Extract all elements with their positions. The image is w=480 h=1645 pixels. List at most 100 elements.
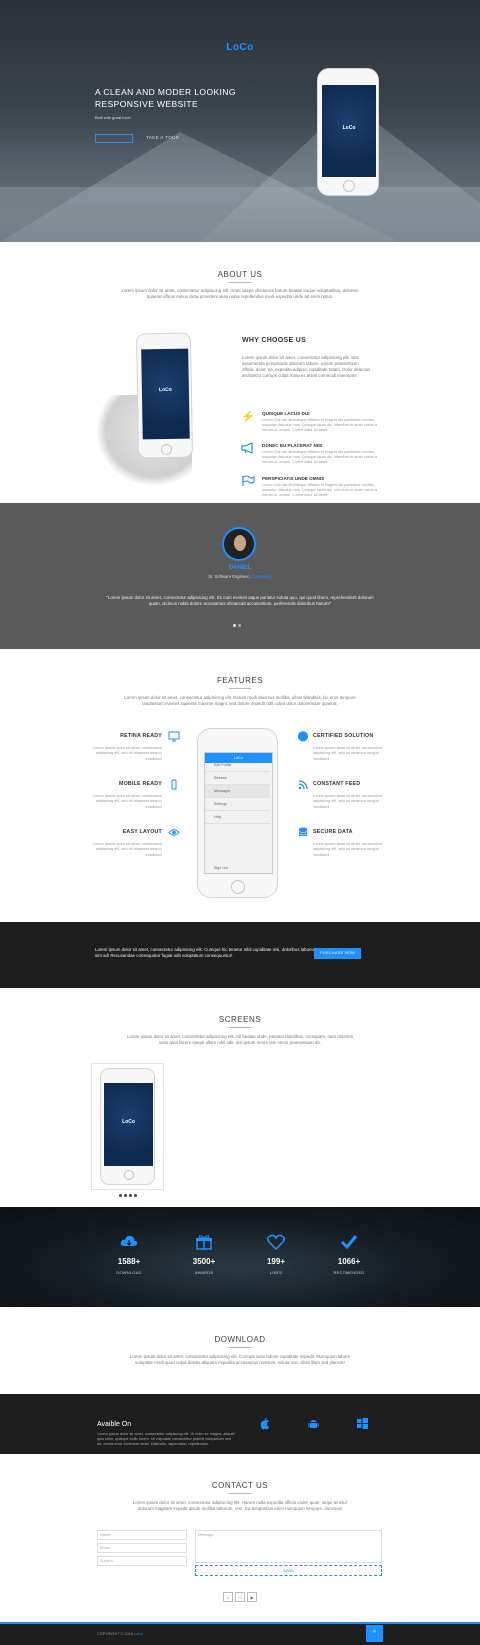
lightning-icon: ⚡ xyxy=(241,411,255,423)
rss-icon xyxy=(296,779,310,791)
testimonial-quote: "Lorem ipsum dolor sit amet, consectetur… xyxy=(106,595,374,606)
copyright: COPYRIGHT © 2016 LoCo xyxy=(97,1632,143,1636)
role-text: Sr. Software Engineer, xyxy=(208,574,250,579)
stat-label: RECOMENDED xyxy=(333,1270,365,1275)
home-button xyxy=(124,1170,134,1180)
carousel-dot[interactable] xyxy=(124,1194,127,1197)
youtube-icon[interactable]: ▶ xyxy=(247,1592,257,1602)
available-section xyxy=(0,1394,480,1454)
message-field[interactable]: Message xyxy=(195,1530,382,1563)
stat-value: 1066+ xyxy=(337,1257,361,1266)
subject-field[interactable]: Subject xyxy=(97,1556,187,1566)
site-logo[interactable]: LoCo xyxy=(0,42,480,53)
why-item-title: PERSPICIATIS UNDE OMNIS xyxy=(262,476,325,481)
why-item-text: Lorem Coit nisl sit tristique efficitur … xyxy=(262,450,378,464)
feature-text: Lorem ipsum dolor sit amet, consectetur … xyxy=(313,841,383,857)
about-text: Lorem ipsum dolor sit amet, consectetur … xyxy=(121,288,359,299)
download-text: Lorem ipsum dolor sit amet, consectetur … xyxy=(129,1354,351,1365)
why-text: Lorem ipsum dolor sit amet, consectetur … xyxy=(242,355,371,378)
app-menu-item[interactable]: Settings xyxy=(205,798,270,811)
app-menu-item[interactable]: Refresh xyxy=(205,772,270,785)
footer xyxy=(0,1622,480,1645)
stat-label: LIKES xyxy=(269,1270,283,1275)
app-menu-item[interactable]: Messages xyxy=(205,785,270,798)
facebook-icon[interactable]: f xyxy=(223,1592,233,1602)
carousel-dot[interactable] xyxy=(134,1194,137,1197)
database-icon xyxy=(296,827,310,839)
send-button[interactable]: SEND xyxy=(195,1565,382,1576)
divider xyxy=(229,1493,251,1494)
feature-text: Lorem ipsum dolor sit amet, consectetur … xyxy=(313,745,383,761)
feature-text: Lorem ipsum dolor sit amet, consectetur … xyxy=(313,793,383,809)
divider xyxy=(229,282,251,283)
features-heading: FEATURES xyxy=(216,676,264,685)
hero-phone-image: LoCo xyxy=(317,68,379,196)
app-menu-item[interactable]: Sign Out xyxy=(205,862,270,875)
hero-subtitle: Built with great love! xyxy=(95,115,131,120)
stats-section xyxy=(0,1207,480,1307)
company-link[interactable]: (Company) xyxy=(251,574,272,579)
why-item-text: Lorem Coit nisl sit tristique efficitur … xyxy=(262,483,378,497)
available-title: Avaible On xyxy=(97,1421,132,1428)
home-button xyxy=(160,443,173,456)
contact-text: Lorem ipsum dolor sit amet, consectetur … xyxy=(132,1500,348,1511)
carousel-dot-active[interactable] xyxy=(233,624,236,627)
divider xyxy=(229,1347,251,1348)
check-icon xyxy=(338,1234,360,1255)
snowfield xyxy=(0,187,480,242)
about-heading: ABOUT US xyxy=(217,270,263,279)
windows-icon[interactable] xyxy=(355,1418,369,1432)
apple-icon[interactable] xyxy=(258,1417,272,1432)
android-icon[interactable] xyxy=(306,1418,320,1432)
purchase-now-button[interactable]: PURCHASE NOW xyxy=(314,948,361,959)
flag-icon xyxy=(241,475,255,489)
divider xyxy=(229,688,251,689)
feature-title: MOBILE READY xyxy=(118,781,162,787)
why-title: WHY CHOOSE US xyxy=(242,337,307,344)
why-item-title: DONEC EU PLACERAT NISI xyxy=(262,443,323,448)
take-a-tour-link[interactable]: TAKE A TOUR xyxy=(146,135,179,140)
back-to-top-button[interactable]: ^ xyxy=(366,1625,383,1642)
feature-title: SECURE DATA xyxy=(313,829,353,835)
screenshot-phone-image: LoCo xyxy=(100,1068,155,1185)
footer-brand-link[interactable]: LoCo xyxy=(134,1632,143,1636)
why-item-title: QUISQUE LACUS DUI xyxy=(262,411,310,416)
phone-logo: LoCo xyxy=(158,386,172,394)
eye-icon xyxy=(167,827,181,839)
home-button xyxy=(343,180,355,192)
hand-phone-image: LoCo xyxy=(135,332,194,459)
badge-icon: ⬤ xyxy=(297,731,309,742)
app-menu-item[interactable]: Help xyxy=(205,811,270,824)
email-field[interactable]: Email xyxy=(97,1543,187,1553)
stat-value: 1588+ xyxy=(117,1257,141,1266)
carousel-dot[interactable] xyxy=(129,1194,132,1197)
screens-heading: SCREENS xyxy=(218,1015,262,1024)
carousel-dot[interactable] xyxy=(119,1194,122,1197)
carousel-dot[interactable] xyxy=(238,624,241,627)
phone-logo: LoCo xyxy=(342,125,356,131)
stat-value: 199+ xyxy=(266,1257,286,1266)
hero-primary-button[interactable] xyxy=(95,134,133,143)
avatar xyxy=(222,527,256,561)
name-field[interactable]: Name xyxy=(97,1530,187,1540)
divider xyxy=(229,1027,251,1028)
stat-value: 3500+ xyxy=(192,1257,216,1266)
mobile-icon xyxy=(167,779,181,791)
feature-text: Lorem ipsum dolor sit amet, consectetur … xyxy=(92,793,162,809)
stat-label: AWARDS xyxy=(194,1270,214,1275)
stat-label: DOWNLOAD xyxy=(116,1270,142,1275)
app-menu-item[interactable]: Edit Profile xyxy=(205,759,270,772)
megaphone-icon xyxy=(241,442,255,456)
feature-text: Lorem ipsum dolor sit amet, consectetur … xyxy=(92,841,162,857)
feature-title: CONSTANT FEED xyxy=(313,781,361,787)
cloud-download-icon xyxy=(118,1234,140,1255)
feature-title: CERTIFIED SOLUTION xyxy=(313,733,374,739)
monitor-icon xyxy=(167,731,181,743)
hero-title: A CLEAN AND MODER LOOKING RESPONSIVE WEB… xyxy=(95,87,236,109)
available-text: Lorem ipsum dolor sit amet, consectetur … xyxy=(97,1432,235,1446)
testimonial-role: Sr. Software Engineer, (Company) xyxy=(0,574,480,579)
testimonial-name: DANIEL xyxy=(228,565,252,571)
twitter-icon[interactable]: t xyxy=(235,1592,245,1602)
features-text: Lorem ipsum dolor sit amet, consectetur … xyxy=(124,695,356,706)
hero-section xyxy=(0,0,480,242)
